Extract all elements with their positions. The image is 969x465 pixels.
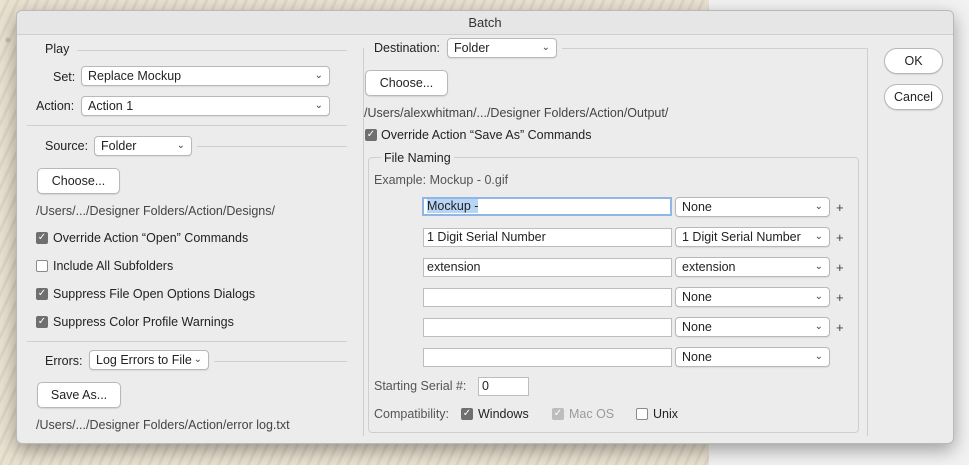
add-row-icon[interactable]: + <box>836 320 844 335</box>
errors-select[interactable]: Log Errors to File ⌄ <box>89 350 209 370</box>
checkmark-icon: ✓ <box>37 316 47 327</box>
chevron-down-icon: ⌄ <box>814 201 823 212</box>
play-heading: Play <box>45 42 70 56</box>
play-divider <box>77 50 347 51</box>
destination-select-value: Folder <box>454 41 490 55</box>
naming-field-5[interactable] <box>423 318 672 337</box>
compat-windows-label: Windows <box>478 407 529 421</box>
naming-field-4[interactable] <box>423 288 672 307</box>
checkmark-icon: ✓ <box>462 408 472 419</box>
file-naming-example: Example: Mockup - 0.gif <box>374 173 509 187</box>
destination-divider <box>562 48 868 49</box>
chevron-down-icon: ⌄ <box>814 261 823 272</box>
action-select-value: Action 1 <box>88 99 134 113</box>
source-label: Source: <box>45 139 89 153</box>
destination-choose-button[interactable]: Choose... <box>365 70 448 96</box>
compatibility-label: Compatibility: <box>374 407 450 421</box>
naming-field-1[interactable]: Mockup - <box>422 197 672 216</box>
source-select[interactable]: Folder ⌄ <box>94 136 192 156</box>
chevron-down-icon: ⌄ <box>314 70 323 81</box>
add-row-icon[interactable]: + <box>836 200 844 215</box>
chevron-down-icon: ⌄ <box>814 291 823 302</box>
suppress-file-open-checkbox[interactable]: ✓ <box>36 288 48 300</box>
action-select[interactable]: Action 1 ⌄ <box>81 96 330 116</box>
naming-field-3[interactable]: extension <box>423 258 672 277</box>
naming-select-4[interactable]: None ⌄ <box>675 287 830 307</box>
chevron-down-icon: ⌄ <box>814 231 823 242</box>
chevron-down-icon: ⌄ <box>193 354 202 365</box>
checkmark-icon: ✓ <box>553 408 563 419</box>
add-row-icon[interactable]: + <box>836 290 844 305</box>
errors-divider <box>214 361 347 362</box>
naming-select-3-value: extension <box>682 260 736 274</box>
chevron-down-icon: ⌄ <box>541 42 550 53</box>
suppress-file-open-label: Suppress File Open Options Dialogs <box>53 287 256 301</box>
compat-mac-label: Mac OS <box>569 407 615 421</box>
checkmark-icon: ✓ <box>37 232 47 243</box>
naming-select-6[interactable]: None ⌄ <box>675 347 830 367</box>
set-label: Set: <box>53 70 76 84</box>
naming-select-1[interactable]: None ⌄ <box>675 197 830 217</box>
naming-select-6-value: None <box>682 350 712 364</box>
source-bottom-divider <box>27 341 347 342</box>
source-choose-button[interactable]: Choose... <box>37 168 120 194</box>
add-row-icon[interactable]: + <box>836 260 844 275</box>
ok-button[interactable]: OK <box>884 48 943 74</box>
include-subfolders-label: Include All Subfolders <box>53 259 174 273</box>
naming-select-5-value: None <box>682 320 712 334</box>
destination-right-border <box>867 48 868 436</box>
naming-select-1-value: None <box>682 200 712 214</box>
source-divider <box>197 146 347 147</box>
dialog-title: Batch <box>17 11 953 35</box>
override-open-label: Override Action “Open” Commands <box>53 231 249 245</box>
checkmark-icon: ✓ <box>37 288 47 299</box>
source-select-value: Folder <box>101 139 137 153</box>
naming-field-1-text: Mockup - <box>427 199 479 213</box>
compat-mac-checkbox: ✓ <box>552 408 564 420</box>
naming-field-6[interactable] <box>423 348 672 367</box>
include-subfolders-checkbox[interactable] <box>36 260 48 272</box>
add-row-icon[interactable]: + <box>836 230 844 245</box>
compat-windows-checkbox[interactable]: ✓ <box>461 408 473 420</box>
destination-label: Destination: <box>374 41 441 55</box>
destination-path: /Users/alexwhitman/.../Designer Folders/… <box>364 106 669 120</box>
errors-save-as-button[interactable]: Save As... <box>37 382 121 408</box>
errors-path: /Users/.../Designer Folders/Action/error… <box>36 418 290 432</box>
batch-dialog: Batch Play Set: Replace Mockup ⌄ Action:… <box>16 10 954 444</box>
errors-select-value: Log Errors to File <box>96 353 192 367</box>
chevron-down-icon: ⌄ <box>176 140 185 151</box>
chevron-down-icon: ⌄ <box>814 321 823 332</box>
override-open-checkbox[interactable]: ✓ <box>36 232 48 244</box>
chevron-down-icon: ⌄ <box>314 100 323 111</box>
naming-select-2[interactable]: 1 Digit Serial Number ⌄ <box>675 227 830 247</box>
starting-serial-label: Starting Serial #: <box>374 379 467 393</box>
compat-unix-checkbox[interactable] <box>636 408 648 420</box>
file-naming-heading: File Naming <box>381 151 454 165</box>
action-label: Action: <box>36 99 75 113</box>
cancel-button[interactable]: Cancel <box>884 84 943 110</box>
starting-serial-input[interactable]: 0 <box>478 377 529 396</box>
destination-select[interactable]: Folder ⌄ <box>447 38 557 58</box>
checkmark-icon: ✓ <box>366 129 376 140</box>
naming-field-2[interactable]: 1 Digit Serial Number <box>423 228 672 247</box>
errors-label: Errors: <box>45 354 83 368</box>
naming-select-2-value: 1 Digit Serial Number <box>682 230 801 244</box>
source-path: /Users/.../Designer Folders/Action/Desig… <box>36 204 275 218</box>
chevron-down-icon: ⌄ <box>814 351 823 362</box>
naming-select-5[interactable]: None ⌄ <box>675 317 830 337</box>
naming-select-3[interactable]: extension ⌄ <box>675 257 830 277</box>
play-bottom-divider <box>27 125 347 126</box>
override-save-as-label: Override Action “Save As” Commands <box>381 128 592 142</box>
compat-unix-label: Unix <box>653 407 679 421</box>
override-save-as-checkbox[interactable]: ✓ <box>365 129 377 141</box>
suppress-color-profile-checkbox[interactable]: ✓ <box>36 316 48 328</box>
suppress-color-profile-label: Suppress Color Profile Warnings <box>53 315 234 329</box>
naming-select-4-value: None <box>682 290 712 304</box>
set-select[interactable]: Replace Mockup ⌄ <box>81 66 330 86</box>
set-select-value: Replace Mockup <box>88 69 182 83</box>
